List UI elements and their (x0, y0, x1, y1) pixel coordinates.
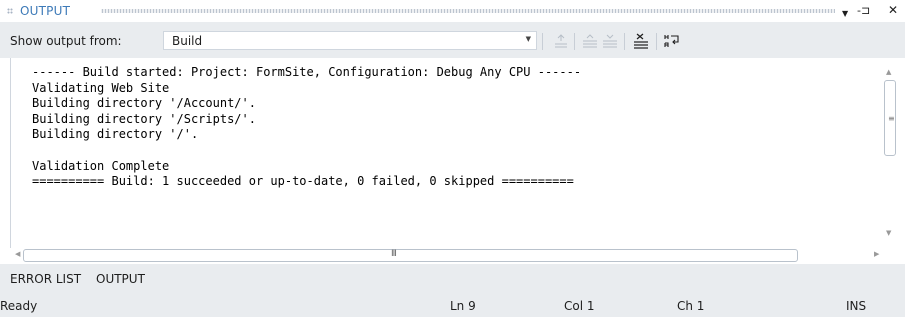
scroll-grip-icon: ≡ (888, 114, 895, 123)
horizontal-scroll-thumb[interactable]: III (23, 249, 798, 262)
toolbar-separator (624, 33, 625, 50)
output-toolbar: Show output from: Build ▼ (0, 22, 905, 58)
scroll-right-arrow-icon[interactable]: ▶ (874, 250, 879, 258)
scroll-grip-label: III (391, 249, 397, 259)
chevron-down-icon: ▼ (525, 35, 531, 43)
scroll-left-arrow-icon[interactable]: ◀ (15, 250, 20, 258)
status-character: Ch 1 (677, 299, 705, 313)
toggle-word-wrap-icon[interactable] (663, 32, 681, 50)
status-insert-mode: INS (846, 299, 867, 313)
go-to-next-message-icon[interactable] (601, 32, 619, 50)
output-log: ------ Build started: Project: FormSite,… (32, 65, 582, 189)
output-source-select[interactable]: Build ▼ (163, 31, 537, 50)
close-icon[interactable]: ✕ (888, 2, 898, 18)
scroll-up-arrow-icon[interactable]: ▲ (886, 68, 891, 76)
status-bar: Ready Ln 9 Col 1 Ch 1 INS (0, 292, 905, 317)
toolbar-separator (574, 33, 575, 50)
toolbar-separator (656, 33, 657, 50)
output-text-area[interactable]: ------ Build started: Project: FormSite,… (10, 58, 877, 248)
status-column: Col 1 (564, 299, 595, 313)
status-text: Ready (0, 299, 38, 313)
go-to-previous-message-icon[interactable] (581, 32, 599, 50)
find-message-in-code-icon[interactable] (552, 32, 570, 50)
vertical-scrollbar[interactable]: ▲ ≡ ▼ (876, 58, 905, 248)
panel-title: OUTPUT (20, 4, 71, 18)
tab-error-list[interactable]: ERROR LIST (10, 272, 81, 286)
drag-grip-icon[interactable] (7, 8, 13, 14)
status-line: Ln 9 (450, 299, 476, 313)
output-panel-titlebar[interactable]: OUTPUT ▼ -⊐ ✕ (0, 0, 905, 22)
output-source-value: Build (172, 34, 203, 48)
window-position-dropdown-icon[interactable]: ▼ (842, 6, 848, 22)
clear-all-icon[interactable] (632, 32, 650, 50)
toolbar-separator (542, 33, 543, 50)
horizontal-scrollbar[interactable]: ◀ III ▶ (10, 248, 905, 264)
tab-output[interactable]: OUTPUT (96, 272, 145, 286)
panel-tab-strip: ERROR LIST OUTPUT (0, 264, 905, 292)
vertical-scroll-thumb[interactable]: ≡ (884, 80, 896, 156)
scroll-down-arrow-icon[interactable]: ▼ (886, 229, 891, 237)
auto-hide-pin-icon[interactable]: -⊐ (857, 3, 870, 19)
show-output-from-label: Show output from: (10, 34, 122, 48)
titlebar-drag-handle[interactable] (101, 9, 835, 13)
